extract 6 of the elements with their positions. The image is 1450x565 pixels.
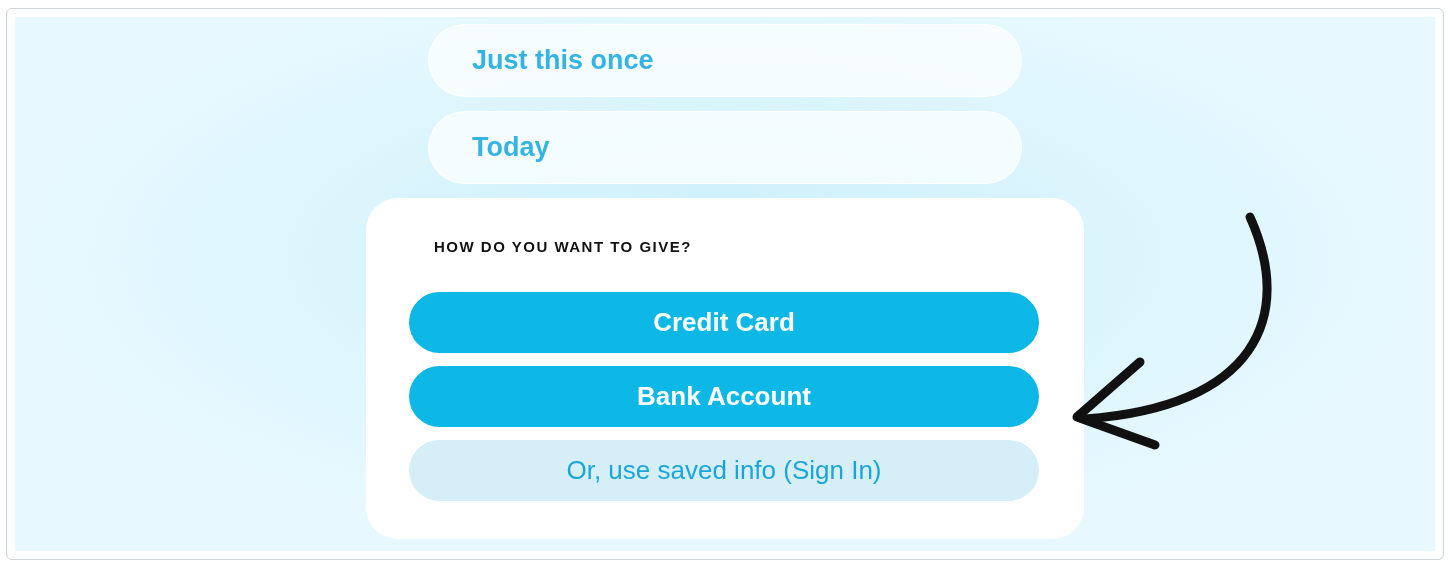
- payment-method-button[interactable]: Credit Card: [409, 291, 1039, 353]
- frequency-option[interactable]: Today: [428, 111, 1022, 184]
- sign-in-button[interactable]: Or, use saved info (Sign In): [409, 439, 1039, 501]
- payment-method-button[interactable]: Bank Account: [409, 365, 1039, 427]
- frequency-option[interactable]: Just this once: [428, 24, 1022, 97]
- section-heading: HOW DO YOU WANT TO GIVE?: [434, 237, 693, 257]
